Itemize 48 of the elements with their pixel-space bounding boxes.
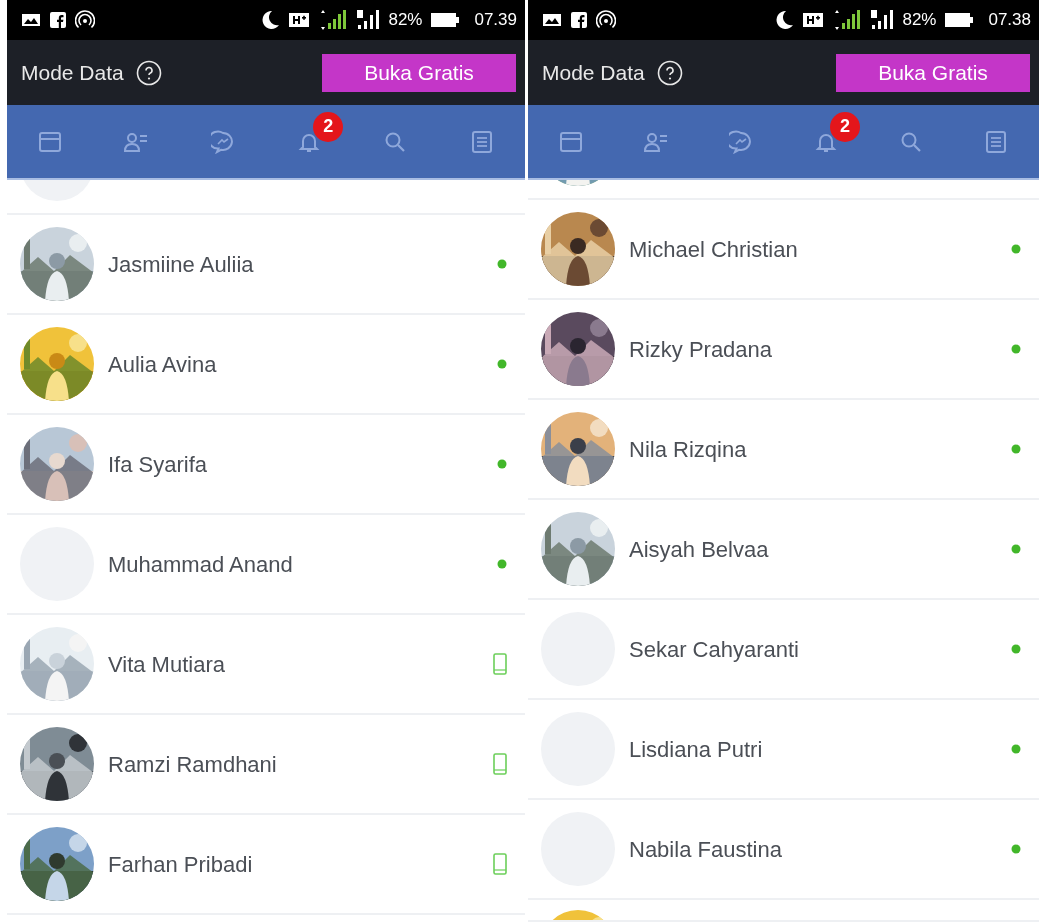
menu-icon — [984, 129, 1009, 154]
battery-icon — [430, 12, 461, 28]
battery-level: 82% — [902, 9, 937, 32]
contact-name: Muhammad Anand — [108, 550, 293, 579]
notification-count: 2 — [313, 111, 344, 142]
contact-name: Rizky Pradana — [629, 335, 773, 364]
feed-icon — [558, 129, 583, 154]
help-icon[interactable] — [656, 59, 683, 86]
clock-time: 07.39 — [474, 9, 517, 32]
feed-icon — [38, 129, 63, 154]
network-type-icon — [802, 11, 825, 29]
signal-icon — [832, 9, 863, 31]
battery-icon — [944, 12, 975, 28]
contact-name: Aisyah Belvaa — [629, 535, 769, 564]
contact-name: Sekar Cahyaranti — [629, 635, 799, 664]
network-type-icon — [288, 11, 311, 29]
open-free-button[interactable]: Buka Gratis — [322, 53, 516, 92]
signal-icon — [356, 9, 381, 31]
chat-bubble-icon — [728, 129, 753, 154]
contact-name: Michael Christian — [629, 235, 798, 264]
hotspot-icon — [596, 10, 616, 30]
facebook-icon — [49, 11, 67, 29]
chat-bubble-icon — [210, 129, 235, 154]
contact-name: Ramzi Ramdhani — [108, 750, 277, 779]
contact-name: Lisdiana Putri — [629, 735, 763, 764]
open-free-button[interactable]: Buka Gratis — [836, 53, 1030, 92]
mode-title: Mode Data — [21, 59, 124, 86]
signal-icon — [318, 9, 349, 31]
contact-name: Jasmiine Auliia — [108, 250, 254, 279]
image-icon — [542, 12, 562, 28]
image-icon — [21, 12, 41, 28]
signal-icon — [870, 9, 895, 31]
bell-tab[interactable]: 2 — [293, 111, 344, 158]
clock-time: 07.38 — [988, 9, 1031, 32]
contact-name: Vita Mutiara — [108, 650, 225, 679]
menu-icon — [469, 129, 494, 154]
mode-title: Mode Data — [542, 59, 645, 86]
contact-name: Nabila Faustina — [629, 835, 782, 864]
facebook-icon — [570, 11, 588, 29]
battery-level: 82% — [388, 9, 423, 32]
notification-count: 2 — [830, 111, 861, 142]
help-icon[interactable] — [135, 59, 162, 86]
contact-name: Ifa Syarifa — [108, 450, 208, 479]
contact-name: Nila Rizqina — [629, 435, 747, 464]
contact-name: Farhan Pribadi — [108, 850, 253, 879]
contact-name: Aulia Avina — [108, 350, 217, 379]
hotspot-icon — [75, 10, 95, 30]
bell-tab[interactable]: 2 — [810, 111, 861, 158]
